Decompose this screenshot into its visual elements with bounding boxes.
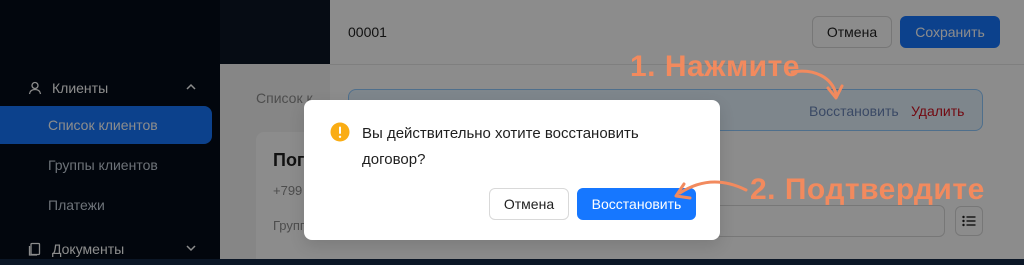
- annotation-step-1: 1. Нажмите: [630, 50, 800, 83]
- confirm-modal: Вы действительно хотите восстановить дог…: [304, 100, 720, 240]
- modal-cancel-button[interactable]: Отмена: [489, 188, 569, 220]
- exclamation-circle-icon: [330, 122, 350, 142]
- confirm-message: Вы действительно хотите восстановить дог…: [362, 125, 639, 168]
- modal-restore-button[interactable]: Восстановить: [577, 188, 696, 220]
- annotation-step-2: 2. Подтвердите: [750, 173, 985, 206]
